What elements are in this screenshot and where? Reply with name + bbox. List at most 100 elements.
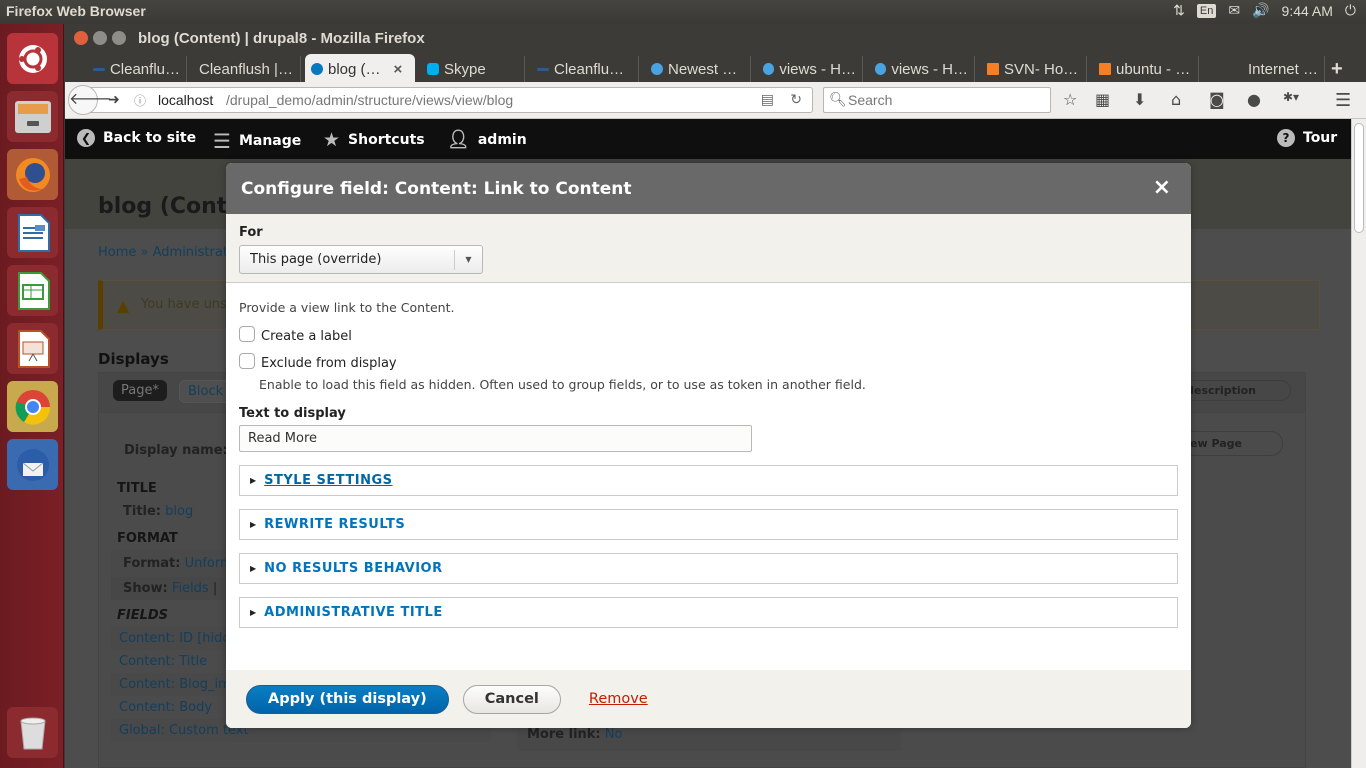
window-close-button[interactable] <box>74 31 88 45</box>
back-to-site-label: Back to site <box>103 130 197 146</box>
title-value-link[interactable]: blog <box>165 504 193 519</box>
apply-button[interactable]: Apply (this display) <box>246 684 449 714</box>
text-to-display-input[interactable]: Read More <box>239 425 752 452</box>
cancel-button[interactable]: Cancel <box>462 684 561 714</box>
no-results-behavior-details[interactable]: ▶ NO RESULTS BEHAVIOR <box>239 553 1178 584</box>
site-info-icon[interactable]: ⓘ <box>134 92 146 109</box>
create-label-checkbox[interactable] <box>239 325 255 342</box>
tab-views-2[interactable]: views - H… <box>869 56 975 82</box>
scrollbar-thumb[interactable] <box>1354 123 1364 233</box>
bookmarks-list-icon[interactable]: ▦ <box>1095 90 1110 109</box>
tab-cleanflush-2[interactable]: Cleanflush |… <box>193 56 301 82</box>
tab-views-1[interactable]: views - H… <box>757 56 863 82</box>
rewrite-results-details[interactable]: ▶ REWRITE RESULTS <box>239 509 1178 540</box>
details-summary[interactable]: STYLE SETTINGS <box>264 473 392 488</box>
new-tab-button[interactable]: + <box>1325 56 1349 82</box>
files-icon[interactable] <box>7 91 58 142</box>
tab-label: views - H… <box>891 60 968 78</box>
details-summary[interactable]: NO RESULTS BEHAVIOR <box>264 561 442 576</box>
tab-label: Cleanflush |… <box>199 60 293 78</box>
tab-svn[interactable]: SVN- Ho… <box>981 56 1087 82</box>
details-summary[interactable]: ADMINISTRATIVE TITLE <box>264 605 443 620</box>
pocket-icon[interactable]: ◙ <box>1209 90 1225 109</box>
back-to-site-link[interactable]: ❮ Back to site <box>77 129 196 147</box>
downloads-icon[interactable]: ⬇ <box>1133 90 1146 109</box>
url-bar[interactable]: 🡐 ➜ ⓘ localhost /drupal_demo/admin/struc… <box>68 85 813 115</box>
tab-label: Skype <box>444 60 486 78</box>
forward-button[interactable]: ➜ <box>108 91 120 108</box>
style-settings-details[interactable]: ▶ STYLE SETTINGS <box>239 465 1178 496</box>
tab-skype[interactable]: Skype <box>421 56 525 82</box>
extension-menu-icon[interactable]: ✱▾ <box>1283 90 1299 104</box>
libreoffice-calc-icon[interactable] <box>7 265 58 316</box>
trash-icon[interactable] <box>7 707 58 758</box>
tab-cleanflush-3[interactable]: Cleanflu… <box>531 56 639 82</box>
tab-blog-active[interactable]: blog (… × <box>305 54 415 84</box>
dialog-body: Provide a view link to the Content. Crea… <box>226 283 1191 628</box>
libreoffice-writer-icon[interactable] <box>7 207 58 258</box>
ubuntu-dash-icon[interactable] <box>7 33 58 84</box>
exclude-text: Exclude from display <box>261 356 397 371</box>
unity-launcher <box>0 24 64 768</box>
search-placeholder: Search <box>848 92 893 108</box>
more-link-value[interactable]: No <box>605 727 623 742</box>
tour-link[interactable]: ? Tour <box>1277 129 1337 147</box>
tab-close-icon[interactable]: × <box>394 61 403 78</box>
tab-newest[interactable]: Newest … <box>645 56 751 82</box>
libreoffice-impress-icon[interactable] <box>7 323 58 374</box>
breadcrumb[interactable]: Home » Administrat <box>98 245 228 260</box>
display-tab-block[interactable]: Block <box>179 380 233 403</box>
shortcuts-link[interactable]: ★ Shortcuts <box>323 129 425 151</box>
format-label: Format: <box>123 556 181 571</box>
window-maximize-button[interactable] <box>112 31 126 45</box>
show-value-link[interactable]: Fields <box>172 581 209 596</box>
keyboard-layout-indicator[interactable]: En <box>1196 3 1217 18</box>
displays-heading: Displays <box>98 350 169 368</box>
home-icon[interactable]: ⌂ <box>1171 90 1181 109</box>
search-bar[interactable]: 🔍︎ Search <box>823 87 1051 113</box>
network-icon[interactable]: ⇅ <box>1173 2 1185 19</box>
hamburger-menu-icon[interactable]: ☰ <box>1335 90 1351 111</box>
warning-icon: ▲ <box>117 296 130 315</box>
tab-internet[interactable]: Internet … <box>1205 56 1325 82</box>
create-label-option[interactable]: Create a label <box>239 325 1178 344</box>
manage-label: Manage <box>238 133 302 149</box>
field-description: Provide a view link to the Content. <box>239 300 455 315</box>
remove-link[interactable]: Remove <box>589 691 648 707</box>
drupal-drop-icon <box>875 63 887 75</box>
display-tab-page[interactable]: Page* <box>113 380 167 401</box>
details-summary[interactable]: REWRITE RESULTS <box>264 517 405 532</box>
window-titlebar: blog (Content) | drupal8 - Mozilla Firef… <box>65 24 1366 52</box>
bookmark-star-icon[interactable]: ☆ <box>1063 90 1077 109</box>
text-to-display-label: Text to display <box>239 406 346 421</box>
tab-ubuntu[interactable]: ubuntu - … <box>1093 56 1199 82</box>
user-label: admin <box>477 131 527 148</box>
exclude-option[interactable]: Exclude from display <box>239 352 1178 371</box>
exclude-from-display-checkbox[interactable] <box>239 352 255 369</box>
stackoverflow-favicon-icon <box>987 63 999 75</box>
thunderbird-icon[interactable] <box>7 439 58 490</box>
extension-color-icon[interactable]: ● <box>1247 90 1261 109</box>
tab-cleanflush-1[interactable]: Cleanflu… <box>87 56 187 82</box>
firefox-icon[interactable] <box>7 149 58 200</box>
mail-icon[interactable]: ✉ <box>1228 2 1240 19</box>
manage-link[interactable]: ☰ Manage <box>213 129 301 153</box>
administrative-title-details[interactable]: ▶ ADMINISTRATIVE TITLE <box>239 597 1178 628</box>
reload-icon[interactable]: ↻ <box>790 91 802 108</box>
reader-view-icon[interactable]: ▤ <box>761 91 774 108</box>
more-link-label: More link: <box>527 727 601 742</box>
clock[interactable]: 9:44 AM <box>1282 3 1333 19</box>
close-icon[interactable]: × <box>1153 175 1171 200</box>
volume-icon[interactable]: 🔊 <box>1252 2 1269 19</box>
page-scrollbar[interactable] <box>1351 119 1366 768</box>
user-link[interactable]: 👤︎ admin <box>447 129 527 150</box>
tab-label: ubuntu - … <box>1116 60 1191 78</box>
tab-label: Cleanflu… <box>109 60 180 78</box>
window-minimize-button[interactable] <box>93 31 107 45</box>
for-select[interactable]: This page (override) ▼ <box>239 245 483 274</box>
chrome-icon[interactable] <box>7 381 58 432</box>
tab-label: blog (… <box>328 60 381 78</box>
power-icon[interactable]: ⏻ <box>1345 2 1356 19</box>
navigation-bar: 🡐 ➜ ⓘ localhost /drupal_demo/admin/struc… <box>65 82 1366 119</box>
back-button[interactable]: 🡐 <box>68 85 112 115</box>
